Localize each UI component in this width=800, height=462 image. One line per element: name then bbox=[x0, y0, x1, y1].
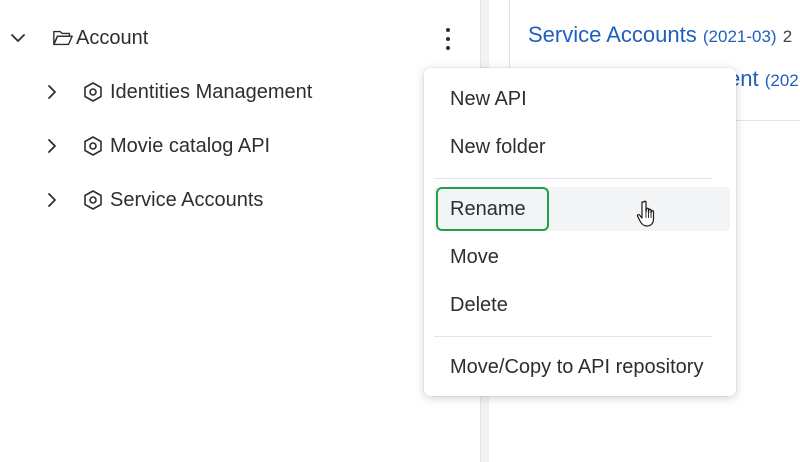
api-link-partial[interactable]: ent (202 bbox=[728, 66, 799, 92]
menu-separator bbox=[434, 336, 712, 337]
menu-item-move-copy-to-api-repository[interactable]: Move/Copy to API repository bbox=[434, 345, 730, 389]
tree-item-label: Identities Management bbox=[110, 80, 313, 103]
menu-separator bbox=[434, 178, 712, 179]
tree-item-account[interactable]: Account bbox=[8, 18, 148, 58]
menu-item-delete[interactable]: Delete bbox=[434, 283, 730, 327]
context-menu: New API New folder Rename Move Delete Mo… bbox=[424, 68, 736, 396]
menu-item-new-folder[interactable]: New folder bbox=[434, 125, 730, 169]
tree-item-label: Service Accounts bbox=[110, 188, 264, 211]
chevron-right-icon[interactable] bbox=[42, 82, 62, 102]
chevron-down-icon[interactable] bbox=[8, 28, 28, 48]
api-explorer-window: Account Identities Management Movie cata… bbox=[0, 0, 800, 462]
api-tree-panel: Account Identities Management Movie cata… bbox=[0, 0, 480, 462]
api-hexagon-icon bbox=[82, 189, 104, 211]
tree-item-label: Movie catalog API bbox=[110, 134, 271, 157]
chevron-right-icon[interactable] bbox=[42, 136, 62, 156]
tree-item-service-accounts[interactable]: Service Accounts bbox=[42, 180, 263, 220]
service-accounts-link[interactable]: Service Accounts (2021-03) 2 bbox=[528, 22, 792, 48]
folder-open-icon bbox=[52, 27, 74, 49]
api-hexagon-icon bbox=[82, 135, 104, 157]
hand-pointer-cursor-icon bbox=[636, 200, 658, 228]
tree-item-label: Account bbox=[76, 26, 149, 49]
more-options-icon[interactable] bbox=[438, 24, 458, 54]
menu-item-new-api[interactable]: New API bbox=[434, 77, 730, 121]
api-hexagon-icon bbox=[82, 81, 104, 103]
tree-item-movie-catalog-api[interactable]: Movie catalog API bbox=[42, 126, 270, 166]
menu-item-move[interactable]: Move bbox=[434, 235, 730, 279]
chevron-right-icon[interactable] bbox=[42, 190, 62, 210]
focus-ring bbox=[436, 187, 549, 231]
tree-item-identities-management[interactable]: Identities Management bbox=[42, 72, 312, 112]
